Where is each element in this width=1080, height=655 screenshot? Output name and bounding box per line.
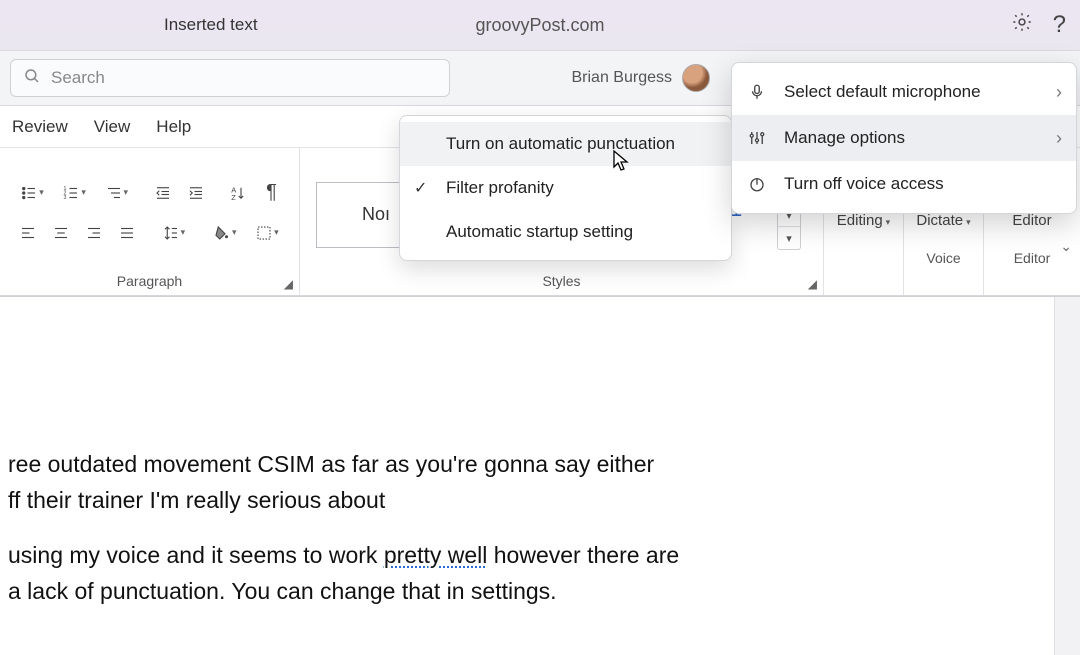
- account-name: Brian Burgess: [572, 69, 673, 87]
- tab-review[interactable]: Review: [12, 117, 68, 137]
- doc-text: ff their trainer I'm really serious abou…: [8, 487, 385, 513]
- sliders-icon: [746, 129, 768, 147]
- search-icon: [23, 67, 41, 90]
- ribbon-collapse-icon[interactable]: ⌄: [1060, 238, 1072, 255]
- search-input[interactable]: Search: [10, 59, 450, 97]
- menu-label: Turn on automatic punctuation: [446, 134, 675, 154]
- menu-label: Filter profanity: [446, 178, 554, 198]
- search-placeholder: Search: [51, 68, 105, 88]
- group-paragraph: ▾ 123▾ ▾ AZ ¶ ▾ ▾ ▾ Para: [0, 148, 300, 295]
- doc-text: using my voice and it seems to work: [8, 542, 384, 568]
- doc-text: a lack of punctuation. You can change th…: [8, 578, 557, 604]
- doc-text: however there are: [487, 542, 679, 568]
- style-normal-label: Noı: [362, 204, 390, 225]
- menu-item-auto-punctuation[interactable]: Turn on automatic punctuation: [400, 122, 731, 166]
- document-page[interactable]: ree outdated movement CSIM as far as you…: [0, 297, 1054, 655]
- grammar-squiggle[interactable]: pretty well: [384, 542, 488, 568]
- paragraph-group-label: Paragraph: [12, 269, 287, 291]
- power-icon: [746, 175, 768, 193]
- avatar: [682, 64, 710, 92]
- title-bar: Inserted text groovyPost.com ?: [0, 0, 1080, 50]
- dictate-label: Dictate: [916, 212, 963, 229]
- editing-label: Editing: [837, 212, 883, 229]
- menu-item-turn-off-voice[interactable]: Turn off voice access: [732, 161, 1076, 207]
- line-spacing-button[interactable]: ▾: [153, 218, 193, 248]
- dictate-submenu: Turn on automatic punctuation ✓ Filter p…: [399, 115, 732, 261]
- menu-label: Manage options: [784, 128, 905, 148]
- sort-button[interactable]: AZ: [223, 178, 254, 208]
- chevron-right-icon: ›: [1056, 128, 1062, 149]
- microphone-icon: [746, 83, 768, 101]
- tab-help[interactable]: Help: [156, 117, 191, 137]
- styles-group-label: Styles: [312, 269, 811, 291]
- chevron-right-icon: ›: [1056, 82, 1062, 103]
- menu-item-manage-options[interactable]: Manage options ›: [732, 115, 1076, 161]
- align-center-button[interactable]: [45, 218, 76, 248]
- menu-item-auto-startup[interactable]: Automatic startup setting: [400, 210, 731, 254]
- voice-settings-menu: Select default microphone › Manage optio…: [731, 62, 1077, 214]
- menu-label: Automatic startup setting: [446, 222, 633, 242]
- styles-expand-icon[interactable]: ▾: [778, 227, 800, 249]
- document-area: ree outdated movement CSIM as far as you…: [0, 296, 1080, 655]
- editor-group-label: Editor: [1014, 246, 1051, 268]
- justify-button[interactable]: [111, 218, 142, 248]
- check-icon: ✓: [414, 178, 427, 198]
- borders-button[interactable]: ▾: [247, 218, 287, 248]
- show-marks-button[interactable]: ¶: [256, 178, 287, 208]
- bullets-button[interactable]: ▾: [12, 178, 52, 208]
- align-right-button[interactable]: [78, 218, 109, 248]
- menu-item-select-microphone[interactable]: Select default microphone ›: [732, 69, 1076, 115]
- align-left-button[interactable]: [12, 218, 43, 248]
- editor-label: Editor: [1012, 212, 1051, 229]
- increase-indent-button[interactable]: [181, 178, 212, 208]
- vertical-scrollbar[interactable]: [1054, 297, 1080, 655]
- decrease-indent-button[interactable]: [148, 178, 179, 208]
- svg-text:3: 3: [64, 195, 67, 201]
- numbering-button[interactable]: 123▾: [54, 178, 94, 208]
- account-area[interactable]: Brian Burgess: [572, 64, 711, 92]
- voice-group-label: Voice: [926, 246, 960, 268]
- menu-label: Turn off voice access: [784, 174, 944, 194]
- paragraph-dialog-launcher-icon[interactable]: ◢: [284, 277, 293, 291]
- window-title-center: groovyPost.com: [0, 15, 1080, 36]
- doc-text: ree outdated movement CSIM as far as you…: [8, 451, 654, 477]
- menu-item-filter-profanity[interactable]: ✓ Filter profanity: [400, 166, 731, 210]
- multilevel-list-button[interactable]: ▾: [96, 178, 136, 208]
- shading-button[interactable]: ▾: [205, 218, 245, 248]
- svg-text:Z: Z: [232, 192, 237, 201]
- menu-label: Select default microphone: [784, 82, 981, 102]
- tab-view[interactable]: View: [94, 117, 131, 137]
- styles-dialog-launcher-icon[interactable]: ◢: [808, 277, 817, 291]
